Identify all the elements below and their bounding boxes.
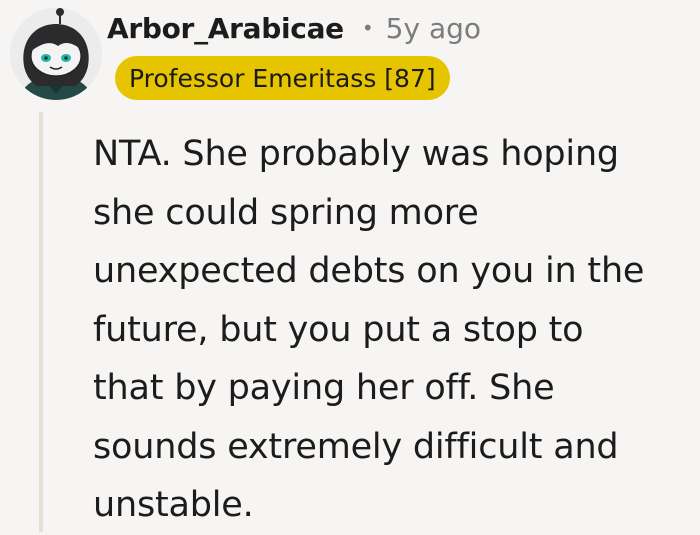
username-link[interactable]: Arbor_Arabicae bbox=[107, 12, 344, 45]
comment-body-line: that by paying her off. She bbox=[93, 368, 555, 408]
comment-body-line: unexpected debts on you in the bbox=[93, 251, 645, 291]
comment-body-line: unstable. bbox=[93, 485, 254, 525]
user-avatar[interactable] bbox=[8, 6, 104, 102]
comment-body-line: she could spring more bbox=[93, 192, 479, 233]
comment-body-line: sounds extremely difficult and bbox=[93, 426, 619, 467]
comment-body-line: future, but you put a stop to bbox=[93, 309, 584, 350]
comment-body: NTA. She probably was hoping she could s… bbox=[93, 125, 693, 535]
comment-body-line: NTA. She probably was hoping bbox=[93, 134, 619, 174]
separator-dot: • bbox=[361, 16, 374, 40]
snoo-avatar-icon bbox=[10, 8, 102, 100]
comment: Arbor_Arabicae • 5y ago Professor Emerit… bbox=[0, 0, 700, 532]
timestamp[interactable]: 5y ago bbox=[386, 12, 481, 45]
comment-header: Arbor_Arabicae • 5y ago bbox=[107, 8, 481, 48]
thread-line[interactable] bbox=[39, 112, 43, 532]
user-flair-badge: Professor Emeritass [87] bbox=[115, 56, 450, 100]
flair-label: Professor Emeritass [87] bbox=[129, 63, 436, 93]
